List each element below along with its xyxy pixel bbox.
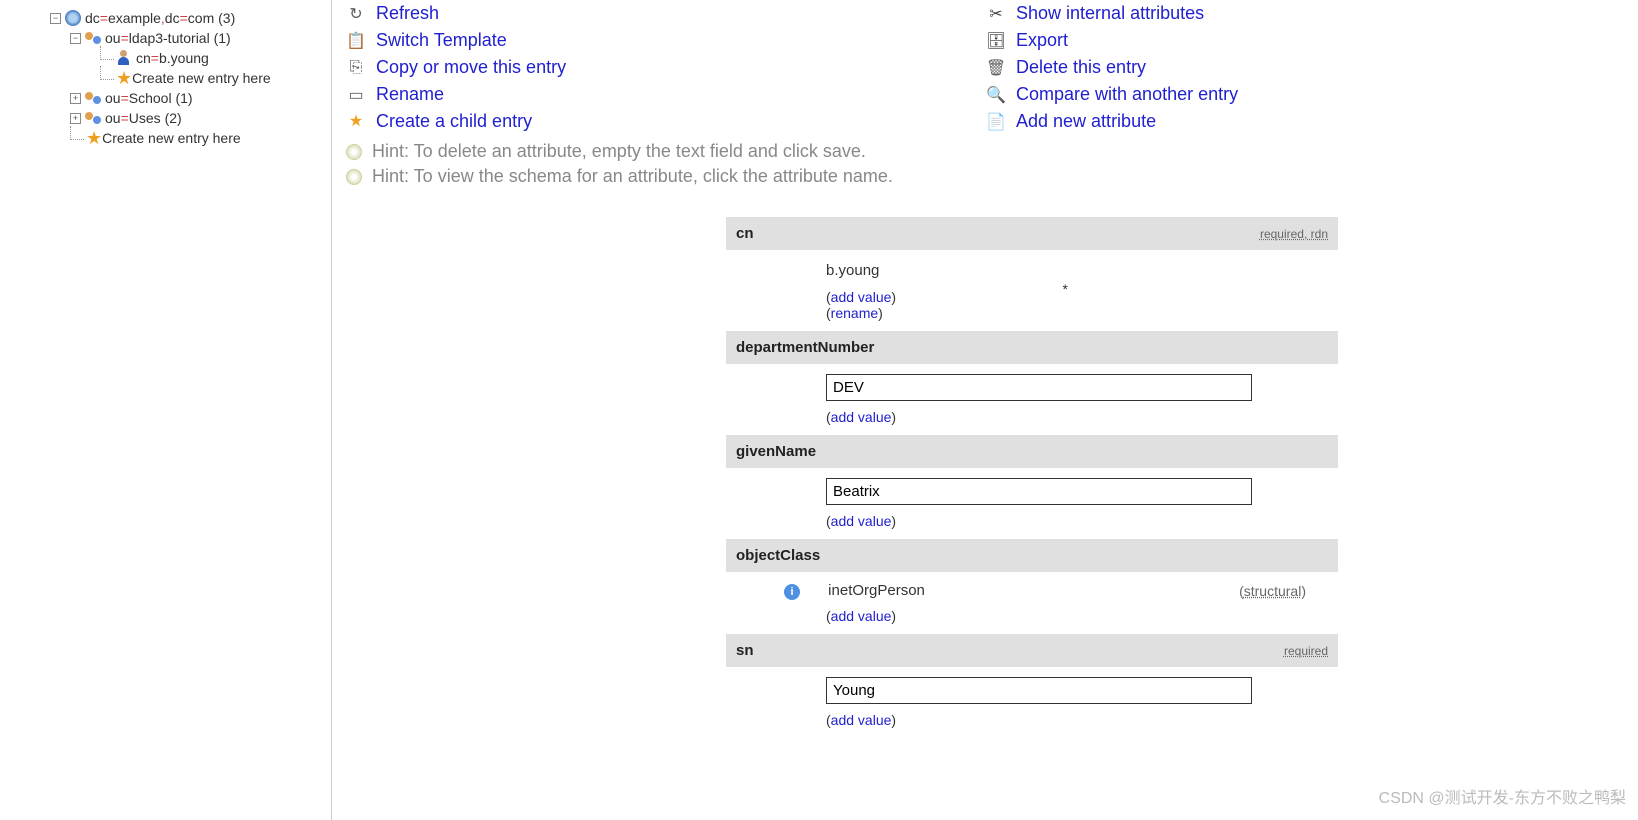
star-icon: ★ <box>116 71 132 85</box>
bulb-icon <box>346 144 362 160</box>
sidebar-tree: − dc=example,dc=com (3) − ou=ldap3-tutor… <box>0 0 332 820</box>
cn-rename-link[interactable]: rename <box>831 305 878 321</box>
ou-icon <box>85 110 101 126</box>
expand-icon[interactable]: + <box>70 93 81 104</box>
info-icon[interactable]: i <box>784 584 800 600</box>
cn-add-value-link[interactable]: add value <box>831 289 892 305</box>
action-show-internal[interactable]: ✂ Show internal attributes <box>986 0 1626 27</box>
dept-input[interactable] <box>826 374 1252 401</box>
sn-input[interactable] <box>826 677 1252 704</box>
action-export[interactable]: Export <box>986 27 1626 54</box>
hints: Hint: To delete an attribute, empty the … <box>346 139 1626 189</box>
givenname-input[interactable] <box>826 478 1252 505</box>
person-icon <box>116 50 132 66</box>
globe-icon <box>65 10 81 26</box>
export-icon <box>986 31 1006 51</box>
required-asterisk: * <box>1063 281 1068 297</box>
switch-icon: 📋 <box>346 31 366 51</box>
add-icon: 📄 <box>986 112 1006 132</box>
attr-header-cn[interactable]: cn required, rdn <box>726 217 1338 250</box>
tree-line-icon <box>100 66 114 80</box>
refresh-icon: ↻ <box>346 4 366 24</box>
action-add-attr[interactable]: 📄 Add new attribute <box>986 108 1626 135</box>
attr-header-givenname[interactable]: givenName <box>726 435 1338 468</box>
attribute-table: cn required, rdn b.young * (add value) (… <box>726 217 1338 738</box>
tree-ou-uses[interactable]: + ou=Uses (2) <box>50 108 331 128</box>
tree-line-icon <box>70 126 84 140</box>
collapse-icon[interactable]: − <box>70 33 81 44</box>
hint-schema: Hint: To view the schema for an attribut… <box>346 164 1626 189</box>
tree-line-icon <box>100 46 114 60</box>
action-refresh[interactable]: ↻ Refresh <box>346 0 986 27</box>
action-compare[interactable]: 🔍 Compare with another entry <box>986 81 1626 108</box>
hint-delete: Hint: To delete an attribute, empty the … <box>346 139 1626 164</box>
objectclass-add-value-link[interactable]: add value <box>831 608 892 624</box>
rename-icon: ▭ <box>346 85 366 105</box>
star-icon: ★ <box>346 112 366 132</box>
collapse-icon[interactable]: − <box>50 13 61 24</box>
action-copy-move[interactable]: ⎘ Copy or move this entry <box>346 54 986 81</box>
attr-header-objectclass[interactable]: objectClass <box>726 539 1338 572</box>
cn-value[interactable]: b.young <box>826 260 1246 281</box>
search-icon: 🔍 <box>986 85 1006 105</box>
star-icon: ★ <box>86 131 102 145</box>
tree-create-2[interactable]: ★ Create new entry here <box>50 128 331 148</box>
action-delete[interactable]: 🗑 Delete this entry <box>986 54 1626 81</box>
tools-icon: ✂ <box>986 4 1006 24</box>
copy-icon: ⎘ <box>346 58 366 78</box>
action-create-child[interactable]: ★ Create a child entry <box>346 108 986 135</box>
tree-ou-ldap3[interactable]: − ou=ldap3-tutorial (1) <box>50 28 331 48</box>
dept-add-value-link[interactable]: add value <box>831 409 892 425</box>
action-bar: ↻ Refresh 📋 Switch Template ⎘ Copy or mo… <box>346 0 1626 135</box>
bulb-icon <box>346 169 362 185</box>
tree-cn-byoung[interactable]: cn=b.young <box>50 48 331 68</box>
tree-ou-school[interactable]: + ou=School (1) <box>50 88 331 108</box>
tree-root[interactable]: − dc=example,dc=com (3) <box>50 8 331 28</box>
attr-header-sn[interactable]: sn required <box>726 634 1338 667</box>
action-switch-template[interactable]: 📋 Switch Template <box>346 27 986 54</box>
ou-icon <box>85 90 101 106</box>
expand-icon[interactable]: + <box>70 113 81 124</box>
ou-icon <box>85 30 101 46</box>
tree-create-1[interactable]: ★ Create new entry here <box>50 68 331 88</box>
objectclass-value: inetOrgPerson <box>828 582 925 599</box>
attr-header-dept[interactable]: departmentNumber <box>726 331 1338 364</box>
main-panel: ↻ Refresh 📋 Switch Template ⎘ Copy or mo… <box>332 0 1638 820</box>
sn-add-value-link[interactable]: add value <box>831 712 892 728</box>
trash-icon: 🗑 <box>986 58 1006 78</box>
watermark: CSDN @测试开发-东方不败之鸭梨 <box>1379 784 1626 808</box>
givenname-add-value-link[interactable]: add value <box>831 513 892 529</box>
action-rename[interactable]: ▭ Rename <box>346 81 986 108</box>
